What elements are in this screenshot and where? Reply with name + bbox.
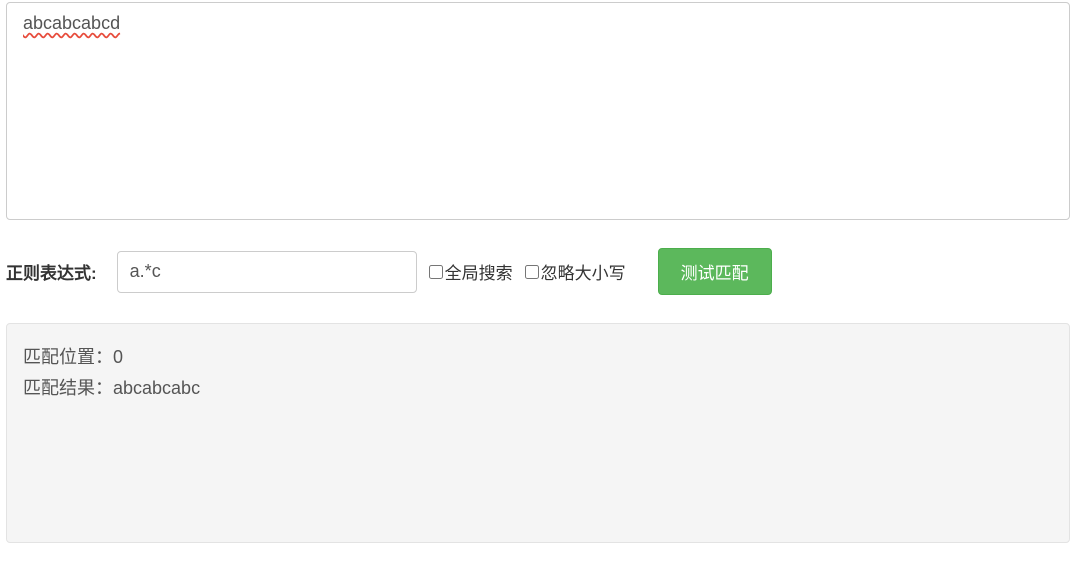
ignore-case-label: 忽略大小写 [541, 259, 626, 284]
test-string-text: abcabcabcd [23, 13, 120, 33]
regex-label: 正则表达式: [6, 259, 97, 284]
result-panel: 匹配位置：0 匹配结果：abcabcabc [6, 323, 1070, 543]
ignore-case-checkbox[interactable] [525, 265, 539, 279]
match-position-label: 匹配位置： [23, 347, 113, 367]
regex-input[interactable] [117, 251, 417, 293]
match-position-value: 0 [113, 347, 123, 367]
test-string-textarea[interactable]: abcabcabcd [6, 2, 1070, 220]
match-result-label: 匹配结果： [23, 378, 113, 398]
match-result-value: abcabcabc [113, 378, 200, 398]
test-match-button[interactable]: 测试匹配 [658, 248, 772, 295]
controls-row: 正则表达式: 全局搜索 忽略大小写 测试匹配 [6, 248, 1078, 295]
match-result-line: 匹配结果：abcabcabc [23, 373, 1053, 404]
global-search-checkbox-group[interactable]: 全局搜索 [429, 259, 513, 284]
global-search-checkbox[interactable] [429, 265, 443, 279]
ignore-case-checkbox-group[interactable]: 忽略大小写 [525, 259, 626, 284]
match-position-line: 匹配位置：0 [23, 342, 1053, 373]
global-search-label: 全局搜索 [445, 259, 513, 284]
